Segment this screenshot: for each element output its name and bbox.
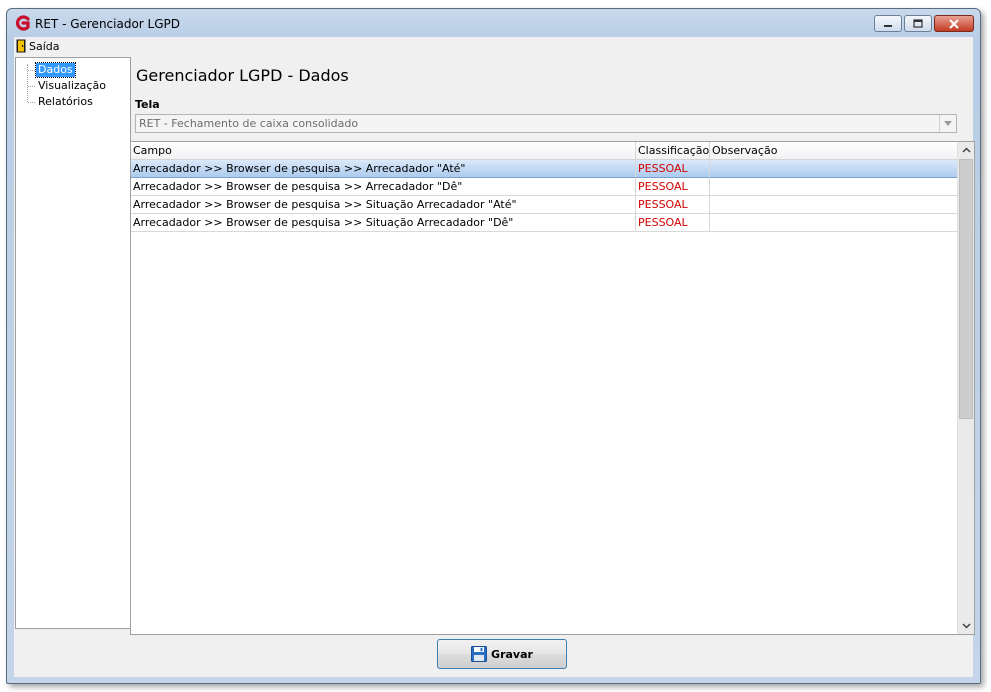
cell-observacao[interactable] (710, 214, 959, 232)
maximize-icon (913, 19, 923, 28)
close-button[interactable] (934, 15, 974, 32)
cell-observacao[interactable] (710, 160, 959, 178)
tree-connector (28, 70, 35, 71)
tela-select-dropdown-button[interactable] (939, 115, 956, 132)
floppy-disk-icon (471, 646, 488, 662)
scroll-up-button[interactable] (958, 142, 974, 158)
exit-door-icon (16, 39, 26, 53)
chevron-down-icon (961, 623, 971, 629)
cell-classificacao: PESSOAL (636, 160, 710, 178)
tree-item-visualizacao[interactable]: Visualização (36, 79, 108, 93)
cell-campo: Arrecadador >> Browser de pesquisa >> Si… (131, 196, 636, 214)
grid-header: Campo Classificação Observação (131, 142, 959, 160)
minimize-icon (884, 24, 892, 27)
tree-item-relatorios[interactable]: Relatórios (36, 95, 95, 109)
tree-connector (28, 102, 35, 103)
table-row[interactable]: Arrecadador >> Browser de pesquisa >> Si… (131, 214, 959, 232)
cell-classificacao: PESSOAL (636, 214, 710, 232)
menu-exit-label: Saída (29, 39, 60, 53)
cell-observacao[interactable] (710, 196, 959, 214)
tela-label: Tela (135, 98, 160, 111)
cell-campo: Arrecadador >> Browser de pesquisa >> Si… (131, 214, 636, 232)
chevron-down-icon (944, 121, 952, 126)
navigation-tree: Dados Visualização Relatórios (15, 57, 131, 629)
table-row[interactable]: Arrecadador >> Browser de pesquisa >> Ar… (131, 160, 959, 178)
tree-connector (28, 86, 35, 87)
cell-classificacao: PESSOAL (636, 178, 710, 196)
column-header-campo[interactable]: Campo (131, 142, 636, 159)
table-row[interactable]: Arrecadador >> Browser de pesquisa >> Ar… (131, 178, 959, 196)
scroll-down-button[interactable] (958, 618, 974, 634)
client-area: Saída Dados Visualização Relatórios Gere… (14, 37, 975, 677)
minimize-button[interactable] (874, 15, 902, 32)
tree-item-dados[interactable]: Dados (35, 62, 76, 78)
chevron-up-icon (961, 147, 971, 153)
column-header-observacao[interactable]: Observação (710, 142, 959, 159)
save-button-label: Gravar (491, 647, 533, 661)
table-row[interactable]: Arrecadador >> Browser de pesquisa >> Si… (131, 196, 959, 214)
menu-bar: Saída (14, 37, 973, 55)
title-bar[interactable]: RET - Gerenciador LGPD (7, 9, 980, 37)
save-button[interactable]: Gravar (437, 639, 567, 669)
page-title: Gerenciador LGPD - Dados (136, 66, 349, 85)
column-header-classificacao[interactable]: Classificação (636, 142, 710, 159)
window-title: RET - Gerenciador LGPD (35, 17, 181, 31)
maximize-button[interactable] (904, 15, 932, 32)
menu-exit[interactable]: Saída (16, 38, 60, 54)
tela-select-value: RET - Fechamento de caixa consolidado (139, 117, 359, 130)
vertical-scrollbar[interactable] (957, 142, 974, 634)
app-logo-icon (16, 15, 30, 31)
scrollbar-thumb[interactable] (959, 159, 973, 419)
cell-observacao[interactable] (710, 178, 959, 196)
cell-campo: Arrecadador >> Browser de pesquisa >> Ar… (131, 160, 636, 178)
window-controls (874, 15, 974, 32)
fields-grid: Campo Classificação Observação Arrecadad… (130, 141, 975, 635)
tela-select[interactable]: RET - Fechamento de caixa consolidado (135, 114, 957, 133)
cell-campo: Arrecadador >> Browser de pesquisa >> Ar… (131, 178, 636, 196)
close-icon (949, 18, 959, 29)
app-window: RET - Gerenciador LGPD Saída Dados Visua… (6, 8, 981, 684)
cell-classificacao: PESSOAL (636, 196, 710, 214)
